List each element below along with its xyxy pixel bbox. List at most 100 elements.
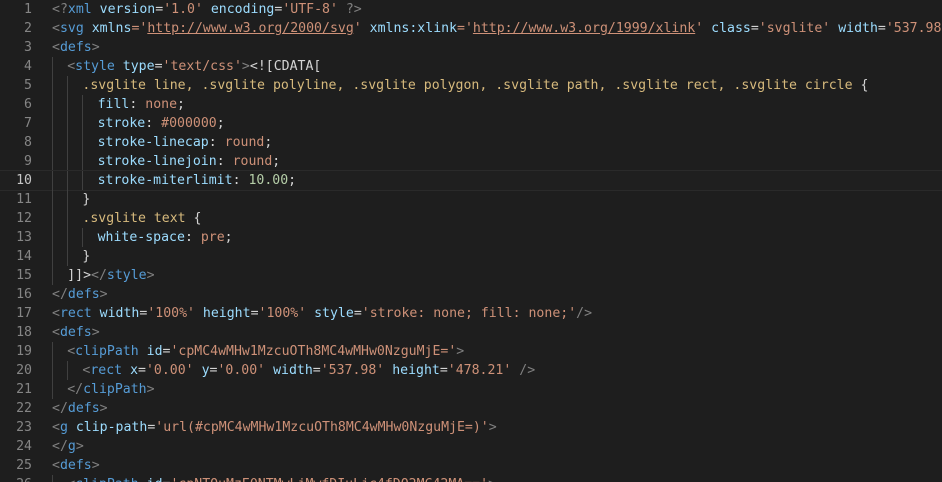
code-token: > [99, 287, 108, 302]
code-token: xmlns:xlink [369, 21, 458, 36]
code-line[interactable]: 11} [0, 190, 942, 209]
code-line[interactable]: 7 stroke: #000000; [0, 114, 942, 133]
code-token: > [241, 59, 250, 74]
code-token: = [750, 21, 759, 36]
code-line[interactable]: 1 <?xml version='1.0' encoding='UTF-8' ?> [0, 0, 942, 19]
code-line[interactable]: 26 <clipPath id='cpNTQuMzE0NTMwLjMwfDIuLj… [0, 475, 942, 482]
code-editor[interactable]: 1 <?xml version='1.0' encoding='UTF-8' ?>… [0, 0, 942, 482]
line-number: 8 [24, 135, 32, 150]
line-number: 24 [16, 439, 32, 454]
code-token: #000000 [161, 116, 217, 131]
code-line[interactable]: 6 fill: none; [0, 95, 942, 114]
code-token: > [456, 344, 465, 359]
code-token: { [852, 78, 869, 93]
line-number: 14 [16, 249, 32, 264]
line-number: 13 [16, 230, 32, 245]
code-token: = [154, 59, 163, 74]
code-token: '1.0' [163, 2, 203, 17]
code-line[interactable]: 19 <clipPath id='cpMC4wMHw1MzcuOTh8MC4wMH… [0, 342, 942, 361]
code-token: encoding [210, 2, 275, 17]
code-text: <g clip-path='url(#cpMC4wMHw1MzcuOTh8MC4… [52, 418, 497, 437]
code-token: = [877, 21, 886, 36]
code-token: = [250, 306, 259, 321]
code-line[interactable]: 8 stroke-linecap: round; [0, 133, 942, 152]
code-line[interactable]: 10 stroke-miterlimit: 10.00; [0, 170, 942, 191]
code-line[interactable]: 2 <svg xmlns='http://www.w3.org/2000/svg'… [0, 19, 942, 38]
code-token: : [184, 230, 201, 245]
code-token: <![CDATA[ [249, 59, 322, 74]
code-token: ; [288, 173, 297, 188]
code-text: stroke-linejoin: round; [98, 152, 281, 171]
code-token: version [99, 2, 156, 17]
code-line[interactable]: 14} [0, 247, 942, 266]
code-line[interactable]: 25 <defs> [0, 456, 942, 475]
code-token: round [232, 154, 273, 169]
code-token: style [314, 306, 354, 321]
code-token: > [75, 439, 84, 454]
code-token: : [232, 173, 249, 188]
code-token: rect [59, 306, 92, 321]
code-token: width [273, 363, 313, 378]
code-line[interactable]: 21 </clipPath> [0, 380, 942, 399]
code-token: x [130, 363, 139, 378]
code-line[interactable]: 23 <g clip-path='url(#cpMC4wMHw1MzcuOTh8M… [0, 418, 942, 437]
code-token: stroke-miterlimit [97, 173, 233, 188]
indent-guide [82, 152, 84, 171]
code-line[interactable]: 18 <defs> [0, 323, 942, 342]
code-line[interactable]: 9 stroke-linejoin: round; [0, 152, 942, 171]
code-token: defs [67, 401, 100, 416]
code-line[interactable]: 17 <rect width='100%' height='100%' style… [0, 304, 942, 323]
indent-guide [67, 152, 69, 171]
code-token: < [67, 344, 76, 359]
indent-guide [52, 228, 53, 247]
code-text: <defs> [52, 323, 100, 342]
indent-guide [52, 114, 53, 133]
code-text: </clipPath> [67, 380, 154, 399]
code-text: <?xml version='1.0' encoding='UTF-8' ?> [52, 0, 362, 19]
code-token: '537.98pt' [885, 21, 942, 36]
code-line[interactable]: 3 <defs> [0, 38, 942, 57]
code-token: > [488, 477, 496, 482]
indent-guide [52, 342, 53, 361]
code-text: fill: none; [98, 95, 185, 114]
code-token: clip-path [75, 420, 148, 435]
code-line[interactable]: 15]]></style> [0, 266, 942, 285]
line-number: 11 [16, 192, 32, 207]
code-token: none [145, 97, 178, 112]
code-line[interactable]: 20 <rect x='0.00' y='0.00' width='537.98'… [0, 361, 942, 380]
code-token: </ [52, 401, 68, 416]
indent-guide [67, 228, 69, 247]
code-token: : [129, 97, 146, 112]
code-token: http://www.w3.org/2000/svg [147, 21, 354, 36]
code-line[interactable]: 12 .svglite text { [0, 209, 942, 228]
code-token: '100%' [258, 306, 307, 321]
code-text: <style type='text/css'><![CDATA[ [67, 57, 321, 76]
code-line[interactable]: 4 <style type='text/css'><![CDATA[ [0, 57, 942, 76]
code-line[interactable]: 22 </defs> [0, 399, 942, 418]
code-token: ; [224, 230, 233, 245]
indent-guide [67, 190, 69, 209]
code-line[interactable]: 5 .svglite line, .svglite polyline, .svgl… [0, 76, 942, 95]
code-token: < [52, 40, 60, 55]
line-number: 25 [16, 458, 32, 473]
code-line[interactable]: 16 </defs> [0, 285, 942, 304]
line-number: 6 [24, 97, 32, 112]
code-token: class [711, 21, 751, 36]
code-line[interactable]: 13 white-space: pre; [0, 228, 942, 247]
line-number: 17 [16, 306, 32, 321]
code-token: 'text/css' [162, 59, 242, 74]
code-line[interactable]: 24 </g> [0, 437, 942, 456]
line-number: 3 [24, 40, 32, 55]
code-token: </ [91, 268, 107, 283]
indent-guide [52, 361, 53, 380]
code-text: } [82, 247, 90, 266]
code-text: stroke-linecap: round; [98, 133, 273, 152]
code-token: ]]> [67, 268, 92, 283]
indent-guide [52, 171, 53, 190]
